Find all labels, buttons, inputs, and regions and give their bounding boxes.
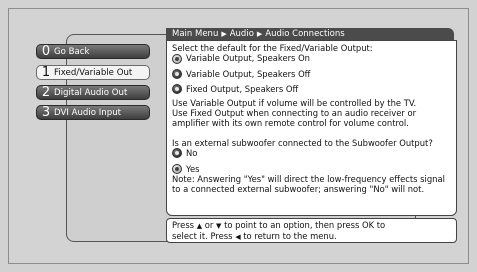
breadcrumb-current: Audio Connections <box>265 29 345 39</box>
option-subwoofer-no[interactable]: No <box>172 148 456 159</box>
menu-number: 1 <box>41 65 51 80</box>
radio-unselected-icon <box>172 148 182 159</box>
left-arrow-icon: ◀ <box>235 233 241 242</box>
menu-label: Fixed/Variable Out <box>54 67 133 78</box>
radio-selected-icon <box>172 53 182 64</box>
menu-item-go-back[interactable]: 0 Go Back <box>36 44 150 59</box>
option-label: Fixed Output, Speakers Off <box>186 84 299 95</box>
info-line: amplifier with its own remote control fo… <box>172 118 409 129</box>
breadcrumb-separator-icon: ▶ <box>256 30 263 38</box>
radio-unselected-icon <box>172 84 182 95</box>
hint-text: select it. Press <box>172 231 233 242</box>
content-panel: Select the default for the Fixed/Variabl… <box>166 40 457 216</box>
option-variable-speakers-off[interactable]: Variable Output, Speakers Off <box>172 68 456 80</box>
breadcrumb-separator-icon: ▶ <box>221 30 227 38</box>
menu-label: Digital Audio Out <box>54 87 128 98</box>
note-line: to a connected external subwoofer; answe… <box>172 184 425 195</box>
hint-panel: Press ▲ or ▼ to point to an option, then… <box>166 218 457 243</box>
option-label: No <box>186 148 198 159</box>
option-label: Variable Output, Speakers On <box>186 53 310 64</box>
down-arrow-icon: ▼ <box>216 222 222 230</box>
output-heading: Select the default for the Fixed/Variabl… <box>172 43 373 53</box>
menu-label: DVI Audio Input <box>54 107 122 118</box>
option-subwoofer-yes[interactable]: Yes <box>172 164 456 174</box>
info-line: Use Variable Output if volume will be co… <box>172 97 417 108</box>
radio-unselected-icon <box>172 69 182 80</box>
menu-number: 3 <box>41 105 51 120</box>
option-variable-speakers-on[interactable]: Variable Output, Speakers On <box>172 53 456 64</box>
hint-text: Press <box>172 220 195 230</box>
menu-number: 0 <box>41 44 51 59</box>
info-line: Use Fixed Output when connecting to an a… <box>172 108 417 119</box>
menu-item-dvi-audio-input[interactable]: 3 DVI Audio Input <box>36 105 150 120</box>
breadcrumb-root: Main Menu <box>172 29 219 39</box>
up-arrow-icon: ▲ <box>196 222 203 230</box>
radio-selected-icon <box>172 163 182 174</box>
subwoofer-question: Is an external subwoofer connected to th… <box>172 137 433 148</box>
menu-item-digital-audio-out[interactable]: 2 Digital Audio Out <box>36 85 150 100</box>
hint-text: to return to the menu. <box>243 231 337 242</box>
menu-label: Go Back <box>54 46 90 57</box>
option-label: Variable Output, Speakers Off <box>186 68 311 79</box>
menu-item-fixed-variable-out[interactable]: 1 Fixed/Variable Out <box>36 65 150 80</box>
menu-number: 2 <box>41 85 51 100</box>
hint-text: to point to an option, then press OK to <box>224 220 386 230</box>
note-line: Note: Answering "Yes" will direct the lo… <box>172 174 445 185</box>
hint-text: or <box>204 220 214 230</box>
breadcrumb: Main Menu ▶ Audio ▶ Audio Connections <box>166 28 454 40</box>
option-label: Yes <box>186 163 200 174</box>
breadcrumb-level1: Audio <box>229 29 254 39</box>
option-fixed-speakers-off[interactable]: Fixed Output, Speakers Off <box>172 84 456 95</box>
